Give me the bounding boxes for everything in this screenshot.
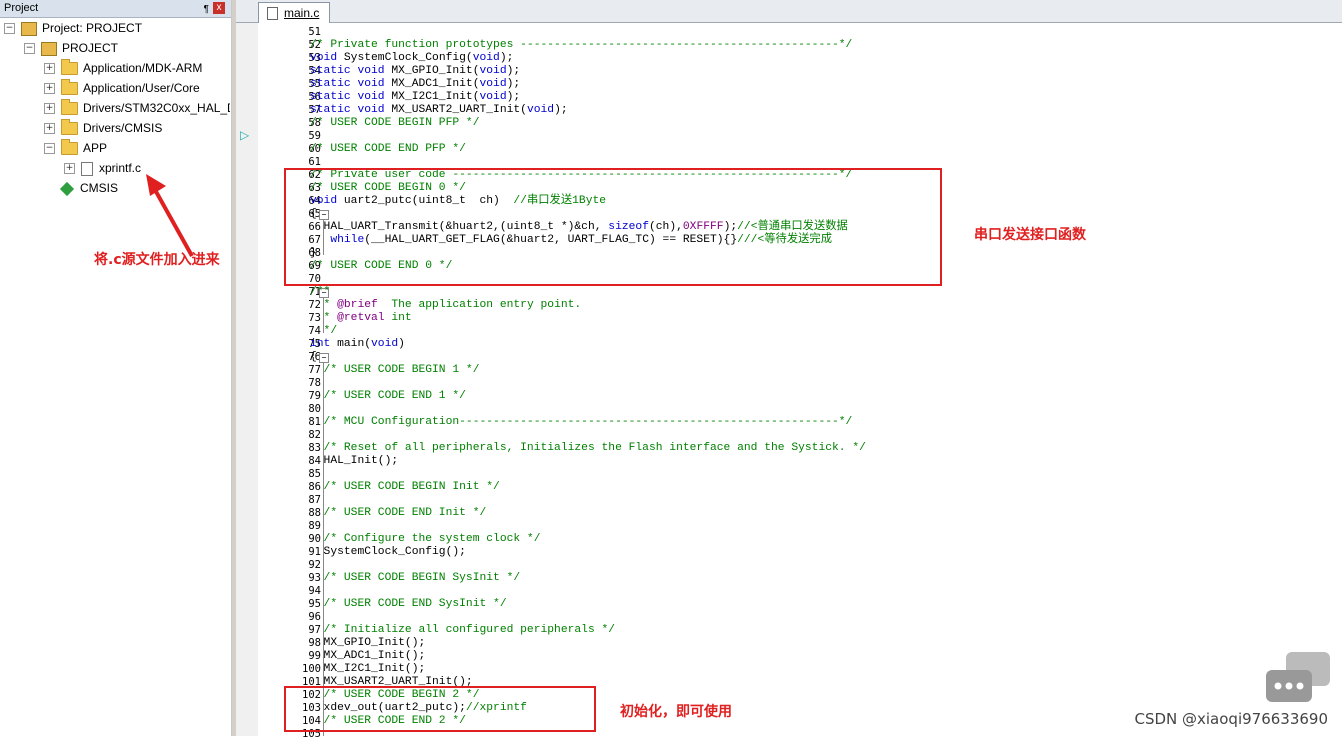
project-pane-title-text: Project	[4, 2, 39, 14]
code-line: /* USER CODE BEGIN PFP */	[310, 117, 480, 129]
code-line: {	[310, 351, 317, 363]
collapse-icon[interactable]: −	[4, 23, 15, 35]
file-icon	[267, 7, 278, 21]
code-line: /* MCU Configuration--------------------…	[310, 416, 853, 428]
code-line: MX_GPIO_Init();	[310, 637, 426, 649]
code-line: MX_ADC1_Init();	[310, 650, 426, 662]
project-pane-title: Project ¶ x	[0, 0, 231, 18]
tree-file-xprintf[interactable]: + xprintf.c	[64, 159, 141, 177]
code-line: HAL_Init();	[310, 455, 399, 467]
highlight-uart-putc	[284, 168, 942, 286]
code-line: static void MX_USART2_UART_Init(void);	[310, 104, 568, 116]
code-line: /* Private function prototypes ---------…	[310, 39, 853, 51]
expand-icon[interactable]: +	[64, 163, 75, 175]
folder-icon	[61, 119, 78, 136]
annotation-init: 初始化，即可使用	[620, 704, 732, 720]
code-line: static void MX_I2C1_Init(void);	[310, 91, 521, 103]
code-line: /* USER CODE BEGIN Init */	[310, 481, 500, 493]
folder-icon	[61, 59, 78, 76]
target-icon	[41, 41, 57, 56]
code-line: /* USER CODE BEGIN 1 */	[310, 364, 480, 376]
code-line: /* USER CODE END 1 */	[310, 390, 466, 402]
cmsis-icon	[59, 181, 75, 196]
watermark: CSDN @xiaoqi976633690	[1134, 710, 1328, 728]
code-line: * @retval int	[310, 312, 412, 324]
code-line: /* USER CODE BEGIN SysInit */	[310, 572, 521, 584]
code-line: MX_I2C1_Init();	[310, 663, 426, 675]
code-area[interactable]: /* Private function prototypes ---------…	[310, 23, 1340, 736]
breakpoint-margin[interactable]: ▷	[236, 23, 258, 736]
tree-node-cmsis[interactable]: CMSIS	[59, 179, 118, 197]
expand-icon[interactable]: +	[44, 83, 55, 95]
code-line: * @brief The application entry point.	[310, 299, 582, 311]
code-line: void SystemClock_Config(void);	[310, 52, 514, 64]
close-icon[interactable]: x	[213, 2, 225, 14]
code-line: SystemClock_Config();	[310, 546, 466, 558]
folder-icon	[61, 79, 78, 96]
code-line: /**	[310, 286, 331, 298]
code-line: /* Reset of all peripherals, Initializes…	[310, 442, 866, 454]
current-position-arrow-icon: ▷	[240, 128, 250, 142]
code-line: static void MX_GPIO_Init(void);	[310, 65, 521, 77]
tree-group-mdk-arm[interactable]: + Application/MDK-ARM	[44, 59, 202, 77]
highlight-xdev-out	[284, 686, 596, 732]
code-line: /* USER CODE END PFP */	[310, 143, 466, 155]
project-icon	[21, 21, 37, 36]
folder-icon	[61, 99, 78, 116]
tree-group-user-core[interactable]: + Application/User/Core	[44, 79, 200, 97]
code-line: /* Initialize all configured peripherals…	[310, 624, 616, 636]
tree-group-app[interactable]: − APP	[44, 139, 107, 157]
pin-icon[interactable]: ¶	[204, 1, 209, 18]
code-editor[interactable]: ▷ 51 52 53 54 55 56 57 58 59 60 61 62 63 64 65 66 67 68 69…	[236, 23, 1342, 740]
project-pane: Project ¶ x − Project: PROJECT − PROJECT +…	[0, 0, 232, 736]
folder-open-icon	[61, 139, 78, 156]
expand-icon[interactable]: +	[44, 103, 55, 115]
chat-bubble-icon	[1266, 652, 1330, 702]
tree-group-hal-driver[interactable]: + Drivers/STM32C0xx_HAL_Dr	[44, 99, 230, 117]
c-file-icon	[81, 161, 93, 176]
code-line: /* Configure the system clock */	[310, 533, 541, 545]
code-line: /* USER CODE END SysInit */	[310, 598, 507, 610]
tree-node-target[interactable]: − PROJECT	[24, 39, 118, 57]
tree-node-root[interactable]: − Project: PROJECT	[4, 19, 142, 37]
tab-main-c[interactable]: main.c	[258, 2, 331, 23]
annotation-uart-send: 串口发送接口函数	[974, 227, 1086, 243]
editor-tab-bar: main.c	[236, 0, 1342, 23]
expand-icon[interactable]: +	[44, 63, 55, 75]
tree-group-drivers-cmsis[interactable]: + Drivers/CMSIS	[44, 119, 162, 137]
code-line: */	[310, 325, 338, 337]
code-line: /* USER CODE END Init */	[310, 507, 487, 519]
collapse-icon[interactable]: −	[24, 43, 35, 55]
code-line: int main(void)	[310, 338, 405, 350]
expand-icon[interactable]: +	[44, 123, 55, 135]
annotation-add-source: 将.c源文件加入进来	[94, 252, 220, 268]
collapse-icon[interactable]: −	[44, 143, 55, 155]
code-line: static void MX_ADC1_Init(void);	[310, 78, 521, 90]
